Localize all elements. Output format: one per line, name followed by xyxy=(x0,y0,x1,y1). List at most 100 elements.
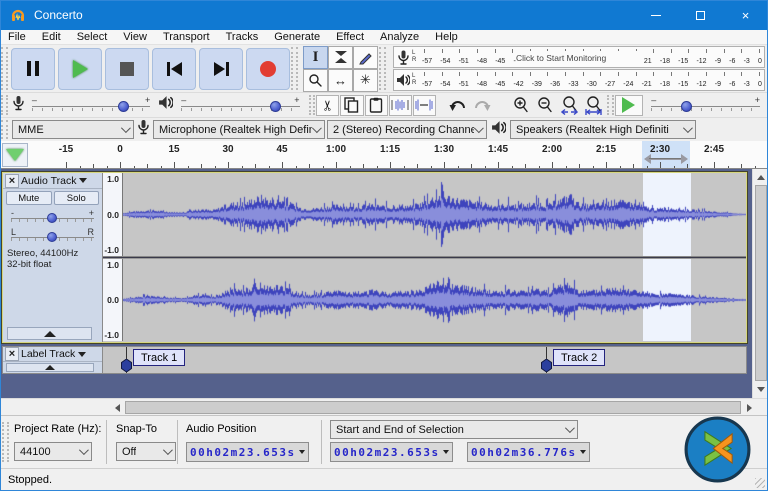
menu-analyze[interactable]: Analyze xyxy=(372,31,427,43)
monitoring-hint[interactable]: Click to Start Monitoring xyxy=(516,51,644,65)
scroll-left-button[interactable] xyxy=(110,400,124,415)
menu-file[interactable]: File xyxy=(0,31,34,43)
fit-project-button[interactable] xyxy=(582,95,605,116)
pause-button[interactable] xyxy=(11,48,55,90)
menu-select[interactable]: Select xyxy=(69,31,116,43)
menu-transport[interactable]: Transport xyxy=(155,31,218,43)
silence-audio-button[interactable] xyxy=(413,95,436,116)
skip-to-end-button[interactable] xyxy=(199,48,243,90)
resize-grip[interactable] xyxy=(755,478,765,488)
zoom-tool-button[interactable] xyxy=(303,69,328,92)
cut-button[interactable]: ✂ xyxy=(316,95,339,116)
label-text[interactable]: Track 1 xyxy=(133,349,185,366)
menu-view[interactable]: View xyxy=(115,31,155,43)
recording-channels-dropdown[interactable]: 2 (Stereo) Recording Channels xyxy=(327,120,487,139)
transport-toolbar-grip[interactable] xyxy=(1,47,8,90)
vertical-scale-right[interactable]: 1.0 0.0 -1.0 xyxy=(103,259,123,341)
vertical-scale-left[interactable]: 1.0 0.0 -1.0 xyxy=(103,173,123,256)
device-toolbar-grip[interactable] xyxy=(1,120,8,139)
stop-button[interactable] xyxy=(105,48,149,90)
scroll-up-button[interactable] xyxy=(754,170,768,184)
selection-end-field[interactable]: 00h02m36.776s xyxy=(467,442,590,462)
copy-button[interactable] xyxy=(340,95,363,116)
label-flag-icon[interactable] xyxy=(121,359,132,372)
audio-track-title[interactable]: Audio Track xyxy=(21,175,76,187)
fit-selection-button[interactable] xyxy=(558,95,581,116)
horizontal-scrollbar[interactable] xyxy=(0,398,768,415)
label-track-title[interactable]: Label Track xyxy=(21,348,75,360)
pinned-play-head-button[interactable] xyxy=(2,143,28,167)
meter-toolbar-grip[interactable] xyxy=(379,47,386,90)
paste-button[interactable] xyxy=(365,95,388,116)
play-at-speed-button[interactable] xyxy=(615,95,644,116)
label-track-content[interactable]: Track 1 Track 2 xyxy=(103,347,746,373)
selection-start-field[interactable]: 00h02m23.653s xyxy=(330,442,453,462)
horizontal-scroll-thumb[interactable] xyxy=(125,401,741,414)
menu-edit[interactable]: Edit xyxy=(34,31,69,43)
edit-toolbar-grip[interactable] xyxy=(309,95,316,115)
project-rate-dropdown[interactable]: 44100 xyxy=(14,442,92,461)
vertical-scroll-thumb[interactable] xyxy=(755,185,767,381)
recording-volume-slider[interactable]: –+ xyxy=(30,96,152,114)
audio-position-field[interactable]: 00h02m23.653s xyxy=(186,442,309,462)
menu-help[interactable]: Help xyxy=(427,31,466,43)
waveform-canvas-left[interactable] xyxy=(123,173,746,256)
scroll-down-button[interactable] xyxy=(754,382,768,396)
timeline-ruler[interactable]: -1501530451:001:151:301:452:002:152:302:… xyxy=(0,141,768,169)
draw-tool-button[interactable] xyxy=(353,46,378,69)
selection-toolbar-grip[interactable] xyxy=(2,422,9,462)
selection-tool-button[interactable]: I xyxy=(303,46,328,69)
scroll-right-button[interactable] xyxy=(742,400,756,415)
track-menu-icon[interactable] xyxy=(78,352,86,357)
playback-volume-slider[interactable]: –+ xyxy=(179,96,301,114)
skip-to-start-button[interactable] xyxy=(152,48,196,90)
playback-speed-thumb[interactable] xyxy=(681,101,692,112)
close-track-button[interactable]: × xyxy=(5,347,19,361)
waveform-right[interactable] xyxy=(123,259,746,341)
vertical-scrollbar[interactable] xyxy=(752,169,768,398)
title-bar[interactable]: Concerto × xyxy=(0,0,768,30)
mute-button[interactable]: Mute xyxy=(6,191,52,205)
snap-to-dropdown[interactable]: Off xyxy=(116,442,176,461)
playback-device-dropdown[interactable]: Speakers (Realtek High Definiti xyxy=(510,120,696,139)
record-button[interactable] xyxy=(246,48,290,90)
playback-meter[interactable]: LR -57-54-51-48-45-42-39-36-33-30-27-24-… xyxy=(393,69,765,91)
menu-generate[interactable]: Generate xyxy=(266,31,328,43)
zoom-out-button[interactable] xyxy=(534,95,557,116)
collapse-track-button[interactable] xyxy=(6,363,94,372)
mixer-toolbar-grip[interactable] xyxy=(1,95,8,115)
audio-host-dropdown[interactable]: MME xyxy=(12,120,134,139)
collapse-track-button[interactable] xyxy=(7,327,92,340)
maximize-button[interactable] xyxy=(678,0,723,30)
envelope-tool-button[interactable] xyxy=(328,46,353,69)
recording-device-dropdown[interactable]: Microphone (Realtek High Defini xyxy=(153,120,325,139)
close-button[interactable]: × xyxy=(723,0,768,30)
play-at-speed-grip[interactable] xyxy=(607,95,614,115)
multi-tool-button[interactable]: ✳ xyxy=(353,69,378,92)
recording-volume-thumb[interactable] xyxy=(118,101,129,112)
selection-drag-arrow[interactable] xyxy=(644,154,688,163)
trim-audio-button[interactable] xyxy=(389,95,412,116)
menu-effect[interactable]: Effect xyxy=(328,31,372,43)
zoom-in-button[interactable] xyxy=(510,95,533,116)
waveform-left[interactable] xyxy=(123,173,746,256)
undo-button[interactable] xyxy=(446,95,469,116)
gain-slider[interactable]: -+ xyxy=(9,208,96,225)
playback-speed-slider[interactable]: –+ xyxy=(649,96,762,114)
pan-slider[interactable]: LR xyxy=(9,227,96,244)
minimize-button[interactable] xyxy=(633,0,678,30)
label-text[interactable]: Track 2 xyxy=(553,349,605,366)
redo-button[interactable] xyxy=(470,95,493,116)
tools-toolbar-grip[interactable] xyxy=(291,47,298,90)
label-flag-icon[interactable] xyxy=(541,359,552,372)
selection-format-dropdown[interactable]: Start and End of Selection xyxy=(330,420,578,439)
playback-volume-thumb[interactable] xyxy=(270,101,281,112)
time-shift-tool-button[interactable]: ↔ xyxy=(328,69,353,92)
track-menu-icon[interactable] xyxy=(79,178,87,183)
close-track-button[interactable]: × xyxy=(5,174,19,188)
recording-meter[interactable]: LR -57-54-51-48-45-42-39-36-33-30-27-24-… xyxy=(393,46,765,68)
menu-tracks[interactable]: Tracks xyxy=(218,31,267,43)
play-button[interactable] xyxy=(58,48,102,90)
solo-button[interactable]: Solo xyxy=(54,191,100,205)
waveform-canvas-right[interactable] xyxy=(123,259,746,341)
